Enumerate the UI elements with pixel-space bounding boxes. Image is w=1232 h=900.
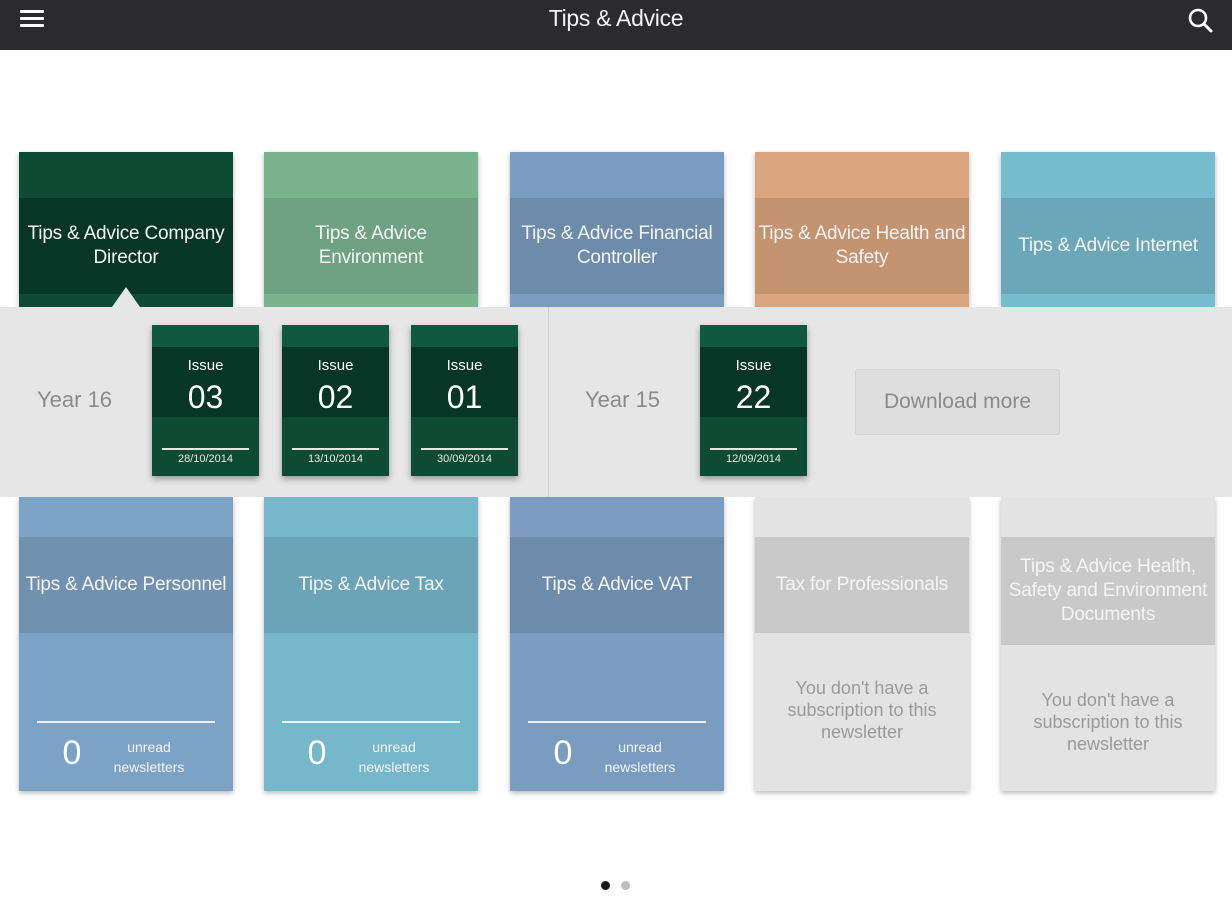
tile-title: Tips & Advice VAT (510, 537, 724, 633)
newsletter-tile-health-and-safety[interactable]: Tips & Advice Health and Safety (755, 152, 969, 307)
panel-divider (548, 307, 549, 497)
page-dot[interactable] (621, 881, 630, 890)
issue-date: 28/10/2014 (177, 453, 234, 465)
tile-title: Tips & Advice Financial Controller (510, 198, 724, 294)
year-label: Year 15 (585, 387, 661, 412)
newsletter-tile-environment[interactable]: Tips & Advice Environment (264, 152, 478, 307)
tile-title: Tips & Advice Personnel (19, 537, 233, 633)
issue-number: 01 (446, 379, 483, 415)
page-dot-active[interactable] (601, 881, 610, 890)
tile-title: Tips & Advice Internet (1001, 198, 1215, 294)
unread-label: unread newsletters (604, 739, 676, 775)
unread-count: 0 (62, 734, 82, 772)
issue-label: Issue (446, 357, 483, 374)
newsletter-tile-vat[interactable]: Tips & Advice VAT 0 unread newsletters (510, 497, 724, 791)
issue-label: Issue (317, 357, 354, 374)
page-indicator (601, 881, 641, 891)
issue-date: 12/09/2014 (725, 453, 782, 465)
download-more-button[interactable]: Download more (855, 369, 1060, 435)
tile-title: Tips & Advice Company Director (19, 198, 233, 294)
unread-count: 0 (307, 734, 327, 772)
issue-number: 03 (187, 379, 224, 415)
app-title: Tips & Advice (548, 5, 684, 31)
newsletter-tile-personnel[interactable]: Tips & Advice Personnel 0 unread newslet… (19, 497, 233, 791)
no-subscription-message: You don't have a subscription to this ne… (1033, 690, 1183, 754)
unread-label: unread newsletters (358, 739, 430, 775)
issue-card[interactable]: Issue 22 12/09/2014 (700, 325, 807, 476)
issue-date: 30/09/2014 (436, 453, 493, 465)
issue-date: 13/10/2014 (307, 453, 364, 465)
issue-label: Issue (187, 357, 224, 374)
issue-label: Issue (735, 357, 772, 374)
issue-card[interactable]: Issue 03 28/10/2014 (152, 325, 259, 476)
no-subscription-message: You don't have a subscription to this ne… (787, 678, 937, 742)
issue-number: 02 (317, 379, 354, 415)
issue-card[interactable]: Issue 02 13/10/2014 (282, 325, 389, 476)
tile-title: Tax for Professionals (755, 537, 969, 633)
newsletter-tile-financial-controller[interactable]: Tips & Advice Financial Controller (510, 152, 724, 307)
issue-number: 22 (735, 379, 772, 415)
newsletter-tile-internet[interactable]: Tips & Advice Internet (1001, 152, 1215, 307)
newsletter-tile-company-director[interactable]: Tips & Advice Company Director (19, 152, 233, 307)
tile-title: Tips & Advice Environment (264, 198, 478, 294)
newsletter-tile-hse-documents[interactable]: Tips & Advice Health, Safety and Environ… (1001, 497, 1215, 791)
tile-divider (528, 721, 706, 723)
year-label: Year 16 (37, 387, 113, 412)
tile-divider (37, 721, 215, 723)
issues-panel: Year 16 Issue 03 28/10/2014 Issue 02 13/… (0, 307, 1232, 497)
tile-title: Tips & Advice Health, Safety and Environ… (1001, 537, 1215, 645)
tile-divider (282, 721, 460, 723)
panel-pointer (112, 287, 140, 307)
newsletter-tile-tax[interactable]: Tips & Advice Tax 0 unread newsletters (264, 497, 478, 791)
issue-card[interactable]: Issue 01 30/09/2014 (411, 325, 518, 476)
tile-title: Tips & Advice Health and Safety (755, 198, 969, 294)
tile-title: Tips & Advice Tax (264, 537, 478, 633)
newsletter-tile-tax-for-professionals[interactable]: Tax for Professionals You don't have a s… (755, 497, 969, 791)
search-icon[interactable] (1186, 6, 1214, 34)
unread-label: unread newsletters (113, 739, 185, 775)
app-bar: Tips & Advice (0, 0, 1232, 50)
unread-count: 0 (553, 734, 573, 772)
